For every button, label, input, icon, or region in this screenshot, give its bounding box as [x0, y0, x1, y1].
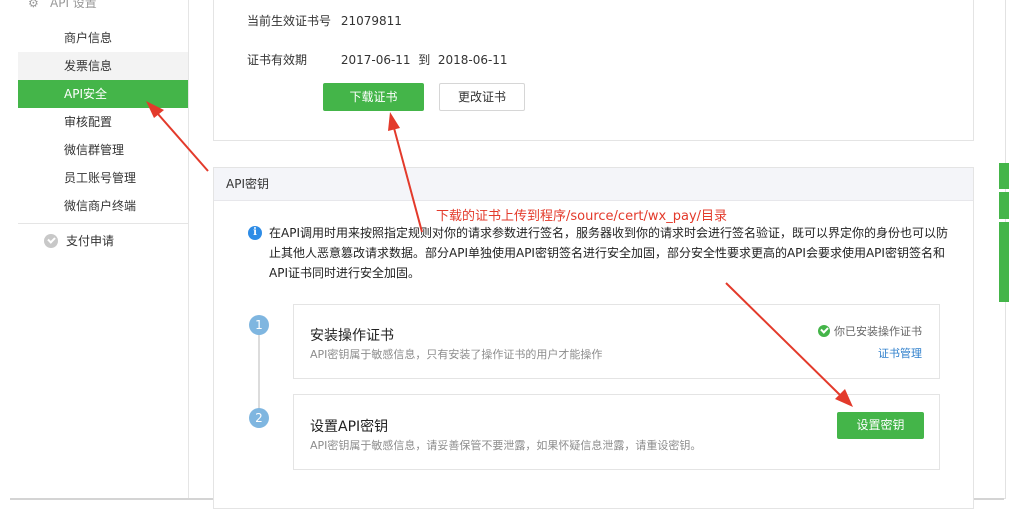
sidebar-group-api-settings: ⚙ API 设置 — [28, 0, 97, 8]
side-tab-2[interactable] — [999, 192, 1009, 219]
side-tab-1[interactable] — [999, 163, 1009, 189]
sidebar-item-merchant-terminal[interactable]: 微信商户终端 — [18, 192, 188, 220]
cert-installed-status: 你已安装操作证书 — [818, 323, 922, 339]
sidebar-divider — [18, 223, 188, 224]
step-2-badge: 2 — [249, 408, 269, 428]
cert-number-row: 当前生效证书号 21079811 — [247, 12, 402, 29]
api-key-header: API密钥 — [214, 168, 973, 201]
cert-number-label: 当前生效证书号 — [247, 14, 332, 28]
sidebar-item-pay-apply[interactable]: 支付申请 — [44, 233, 114, 249]
step-1-title: 安装操作证书 — [310, 328, 394, 344]
sidebar-item-api-security[interactable]: API安全 — [18, 80, 188, 108]
set-key-button[interactable]: 设置密钥 — [837, 412, 924, 439]
cert-validity-value: 2017-06-11 到 2018-06-11 — [340, 53, 508, 67]
step-set-key-card: 设置API密钥 API密钥属于敏感信息，请妥善保管不要泄露，如果怀疑信息泄露，请… — [293, 394, 940, 470]
sidebar-item-review-config[interactable]: 审核配置 — [18, 108, 188, 136]
step-1-desc: API密钥属于敏感信息，只有安装了操作证书的用户才能操作 — [310, 348, 603, 361]
step-install-cert-card: 安装操作证书 API密钥属于敏感信息，只有安装了操作证书的用户才能操作 你已安装… — [293, 304, 940, 379]
api-key-description: 在API调用时用来按照指定规则对你的请求参数进行签名，服务器收到你的请求时会进行… — [269, 226, 948, 280]
step-1-badge: 1 — [249, 315, 269, 335]
sidebar-item-invoice-info[interactable]: 发票信息 — [18, 52, 188, 80]
cert-number-value: 21079811 — [340, 14, 402, 28]
success-check-icon — [818, 325, 830, 337]
cert-manage-link[interactable]: 证书管理 — [878, 345, 922, 361]
cert-validity-row: 证书有效期 2017-06-11 到 2018-06-11 — [247, 51, 508, 68]
cert-validity-label: 证书有效期 — [247, 53, 308, 67]
step-connector — [258, 333, 260, 418]
step-2-desc: API密钥属于敏感信息，请妥善保管不要泄露，如果怀疑信息泄露，请重设密钥。 — [310, 439, 702, 452]
change-cert-button[interactable]: 更改证书 — [439, 83, 525, 111]
sidebar-item-staff-accounts[interactable]: 员工账号管理 — [18, 164, 188, 192]
sidebar: ⚙ API 设置 商户信息 发票信息 API安全 审核配置 微信群管理 员工账号管… — [18, 0, 189, 498]
sidebar-item-wechat-group[interactable]: 微信群管理 — [18, 136, 188, 164]
gear-icon: ⚙ — [28, 0, 39, 8]
step-2-title: 设置API密钥 — [310, 419, 389, 435]
check-circle-icon — [44, 234, 58, 248]
annotation-text: 下载的证书上传到程序/source/cert/wx_pay/目录 — [436, 209, 728, 224]
info-icon: i — [248, 226, 262, 240]
download-cert-button[interactable]: 下载证书 — [323, 83, 424, 111]
certificate-panel: 当前生效证书号 21079811 证书有效期 2017-06-11 到 2018… — [213, 0, 974, 141]
side-tab-3[interactable] — [999, 222, 1009, 302]
sidebar-item-merchant-info[interactable]: 商户信息 — [18, 24, 188, 52]
